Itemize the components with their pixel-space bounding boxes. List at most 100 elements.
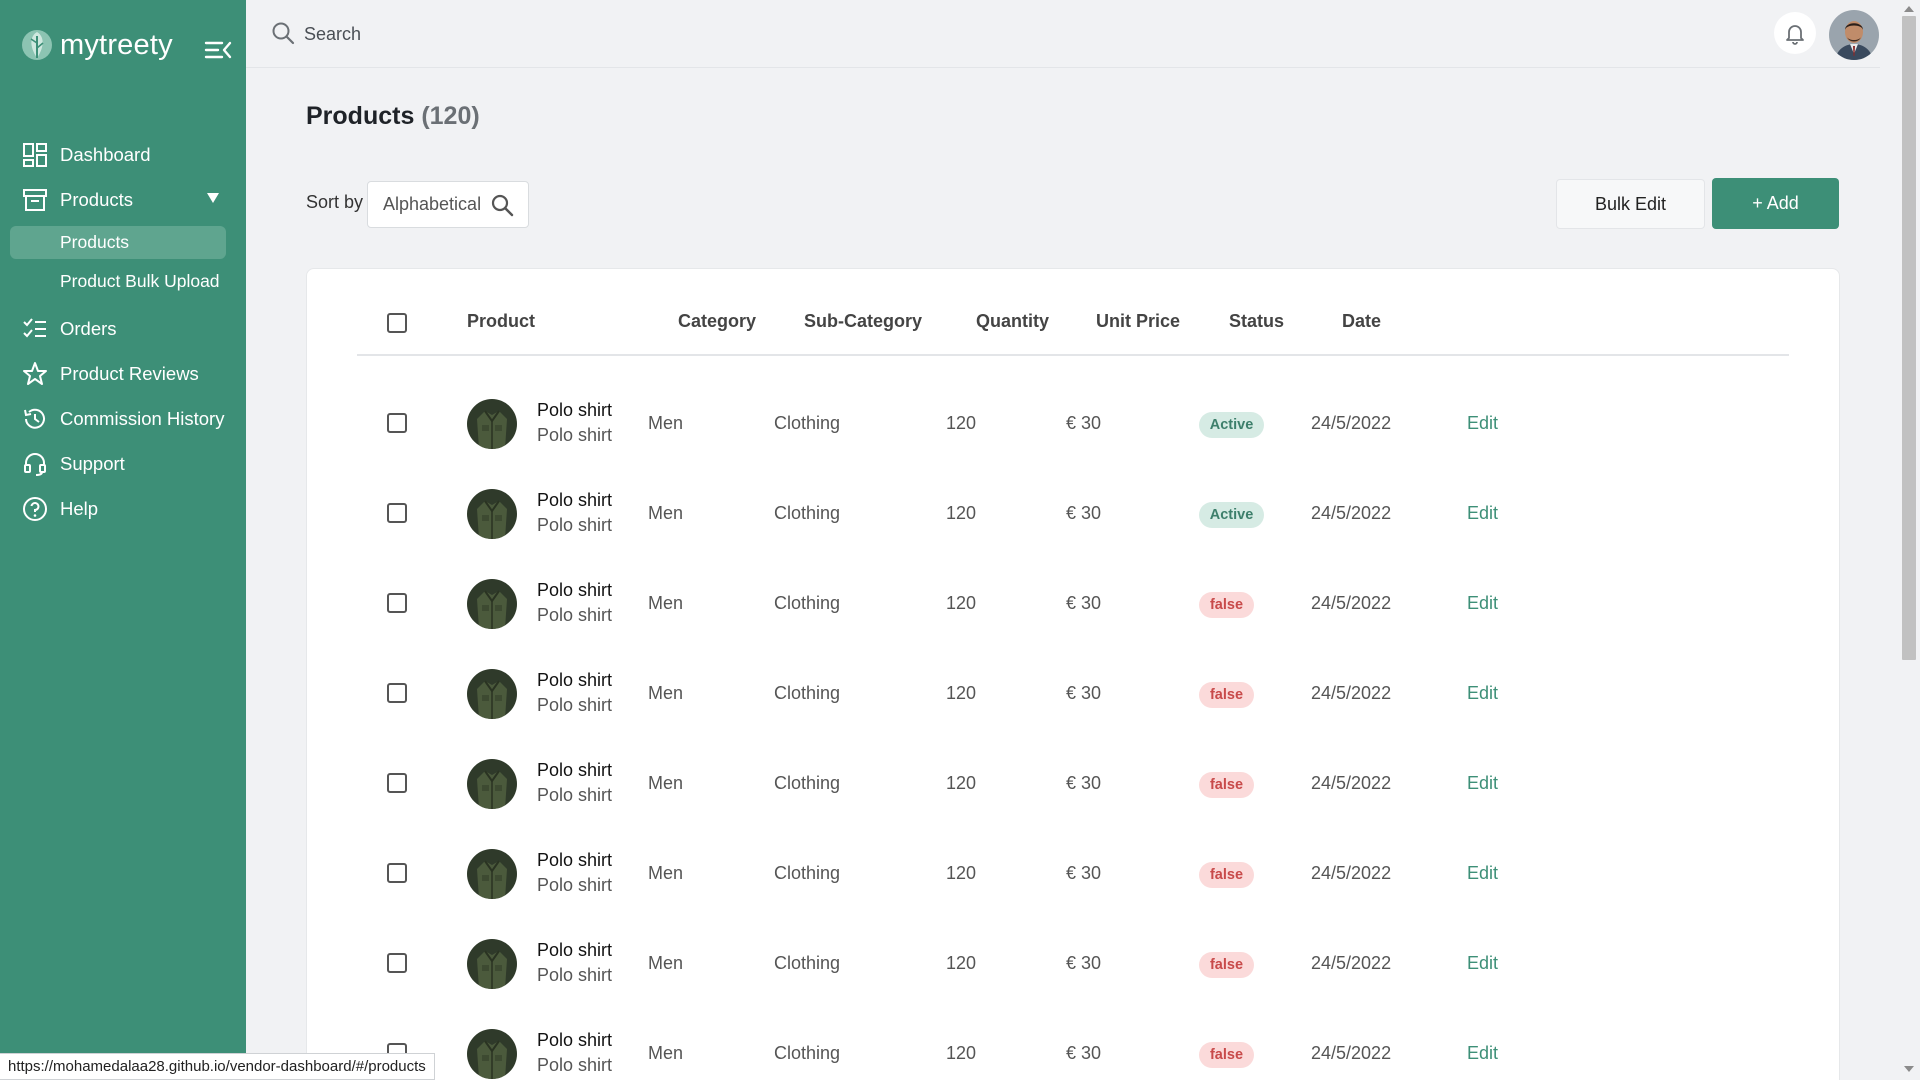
avatar-image: [1829, 10, 1879, 60]
scroll-down-arrow-icon[interactable]: [1904, 1066, 1914, 1072]
product-unit-price: € 30: [1066, 863, 1102, 883]
dashboard-icon: [23, 142, 47, 167]
row-checkbox[interactable]: [387, 413, 407, 433]
row-checkbox[interactable]: [387, 593, 407, 613]
sidebar-item-support[interactable]: Support: [0, 441, 246, 486]
product-unit-price: € 30: [1066, 593, 1102, 613]
column-header-date[interactable]: Date: [1342, 311, 1381, 332]
bulk-edit-button[interactable]: Bulk Edit: [1556, 179, 1705, 229]
table-row: Polo shirt Polo shirt Men Clothing 120 € 30 fa…: [307, 1009, 1841, 1080]
star-icon: [23, 361, 47, 385]
product-date: 24/5/2022: [1311, 1043, 1392, 1063]
column-header-status[interactable]: Status: [1229, 311, 1284, 332]
product-name[interactable]: Polo shirt: [537, 580, 612, 601]
edit-link[interactable]: Edit: [1467, 773, 1498, 794]
add-product-button[interactable]: + Add: [1712, 178, 1839, 229]
user-avatar[interactable]: [1829, 10, 1879, 60]
checklist-icon: [23, 317, 46, 337]
product-image: [467, 939, 517, 989]
sidebar-item-product-reviews[interactable]: Product Reviews: [0, 351, 246, 396]
sidebar-item-products[interactable]: Products: [0, 177, 246, 222]
product-quantity: 120: [946, 503, 977, 523]
column-header-product[interactable]: Product: [467, 311, 535, 332]
scroll-up-arrow-icon[interactable]: [1904, 6, 1914, 12]
sidebar-item-commission-history[interactable]: Commission History: [0, 396, 246, 441]
edit-link[interactable]: Edit: [1467, 1043, 1498, 1064]
page-scrollbar[interactable]: [1896, 0, 1920, 1080]
caret-down-icon[interactable]: [206, 192, 220, 204]
status-badge: false: [1199, 592, 1254, 618]
sidebar-item-dashboard[interactable]: Dashboard: [0, 132, 246, 177]
sidebar-subitem-product-bulk-upload[interactable]: Product Bulk Upload: [10, 265, 226, 298]
polo-shirt-thumbnail: [467, 489, 517, 539]
product-image: [467, 1029, 517, 1079]
headset-icon: [24, 452, 46, 476]
product-count: (120): [421, 102, 480, 130]
product-quantity: 120: [946, 1043, 977, 1063]
sidebar-item-label: Commission History: [60, 407, 225, 429]
product-name[interactable]: Polo shirt: [537, 850, 612, 871]
row-checkbox[interactable]: [387, 773, 407, 793]
product-category: Men: [648, 1043, 684, 1063]
product-category: Men: [648, 593, 684, 613]
products-table: Product Category Sub-Category Quantity U…: [306, 268, 1840, 1080]
history-icon: [24, 408, 45, 429]
product-unit-price: € 30: [1066, 953, 1102, 973]
polo-shirt-thumbnail: [467, 1029, 517, 1079]
polo-shirt-thumbnail: [467, 939, 517, 989]
sort-select[interactable]: Alphabetical: [367, 181, 529, 228]
archive-box-icon: [23, 188, 47, 211]
page-title-text: Products: [306, 102, 415, 130]
column-header-quantity[interactable]: Quantity: [976, 311, 1049, 332]
row-checkbox[interactable]: [387, 503, 407, 523]
edit-link[interactable]: Edit: [1467, 953, 1498, 974]
product-quantity: 120: [946, 593, 977, 613]
product-quantity: 120: [946, 773, 977, 793]
product-unit-price: € 30: [1066, 773, 1102, 793]
sidebar-item-help[interactable]: Help: [0, 486, 246, 531]
edit-link[interactable]: Edit: [1467, 503, 1498, 524]
product-category: Men: [648, 953, 684, 973]
product-quantity: 120: [946, 953, 977, 973]
product-name[interactable]: Polo shirt: [537, 400, 612, 421]
product-name[interactable]: Polo shirt: [537, 760, 612, 781]
brand-name: mytreety: [60, 28, 173, 61]
column-header-unit-price[interactable]: Unit Price: [1096, 311, 1180, 332]
row-checkbox[interactable]: [387, 683, 407, 703]
collapse-sidebar-icon[interactable]: [204, 38, 232, 62]
search-icon: [491, 194, 514, 217]
brand[interactable]: mytreety: [20, 28, 173, 62]
sort-value: Alphabetical: [383, 194, 482, 214]
edit-link[interactable]: Edit: [1467, 863, 1498, 884]
product-name[interactable]: Polo shirt: [537, 670, 612, 691]
search-input[interactable]: [304, 18, 904, 50]
product-subtitle: Polo shirt: [537, 875, 613, 895]
edit-link[interactable]: Edit: [1467, 413, 1498, 434]
sidebar-subitem-products[interactable]: Products: [10, 226, 226, 259]
product-unit-price: € 30: [1066, 1043, 1102, 1063]
product-category: Men: [648, 773, 684, 793]
polo-shirt-thumbnail: [467, 579, 517, 629]
column-header-sub-category[interactable]: Sub-Category: [804, 311, 922, 332]
row-checkbox[interactable]: [387, 953, 407, 973]
product-category: Men: [648, 503, 684, 523]
scrollbar-thumb[interactable]: [1902, 16, 1916, 660]
product-sub-category: Clothing: [774, 593, 841, 613]
product-sub-category: Clothing: [774, 1043, 841, 1063]
product-name[interactable]: Polo shirt: [537, 940, 612, 961]
product-subtitle: Polo shirt: [537, 1055, 613, 1075]
column-header-category[interactable]: Category: [678, 311, 756, 332]
product-subtitle: Polo shirt: [537, 695, 613, 715]
row-checkbox[interactable]: [387, 863, 407, 883]
product-name[interactable]: Polo shirt: [537, 1030, 612, 1051]
edit-link[interactable]: Edit: [1467, 593, 1498, 614]
edit-link[interactable]: Edit: [1467, 683, 1498, 704]
sidebar-item-orders[interactable]: Orders: [0, 306, 246, 351]
select-all-checkbox[interactable]: [387, 313, 407, 333]
notifications-button[interactable]: [1774, 12, 1816, 54]
sidebar-nav: Dashboard Products Products Product Bulk…: [0, 132, 246, 531]
product-image: [467, 759, 517, 809]
product-name[interactable]: Polo shirt: [537, 490, 612, 511]
table-row: Polo shirt Polo shirt Men Clothing 120 € 30 fa…: [307, 739, 1841, 829]
bell-icon: [1786, 25, 1804, 45]
